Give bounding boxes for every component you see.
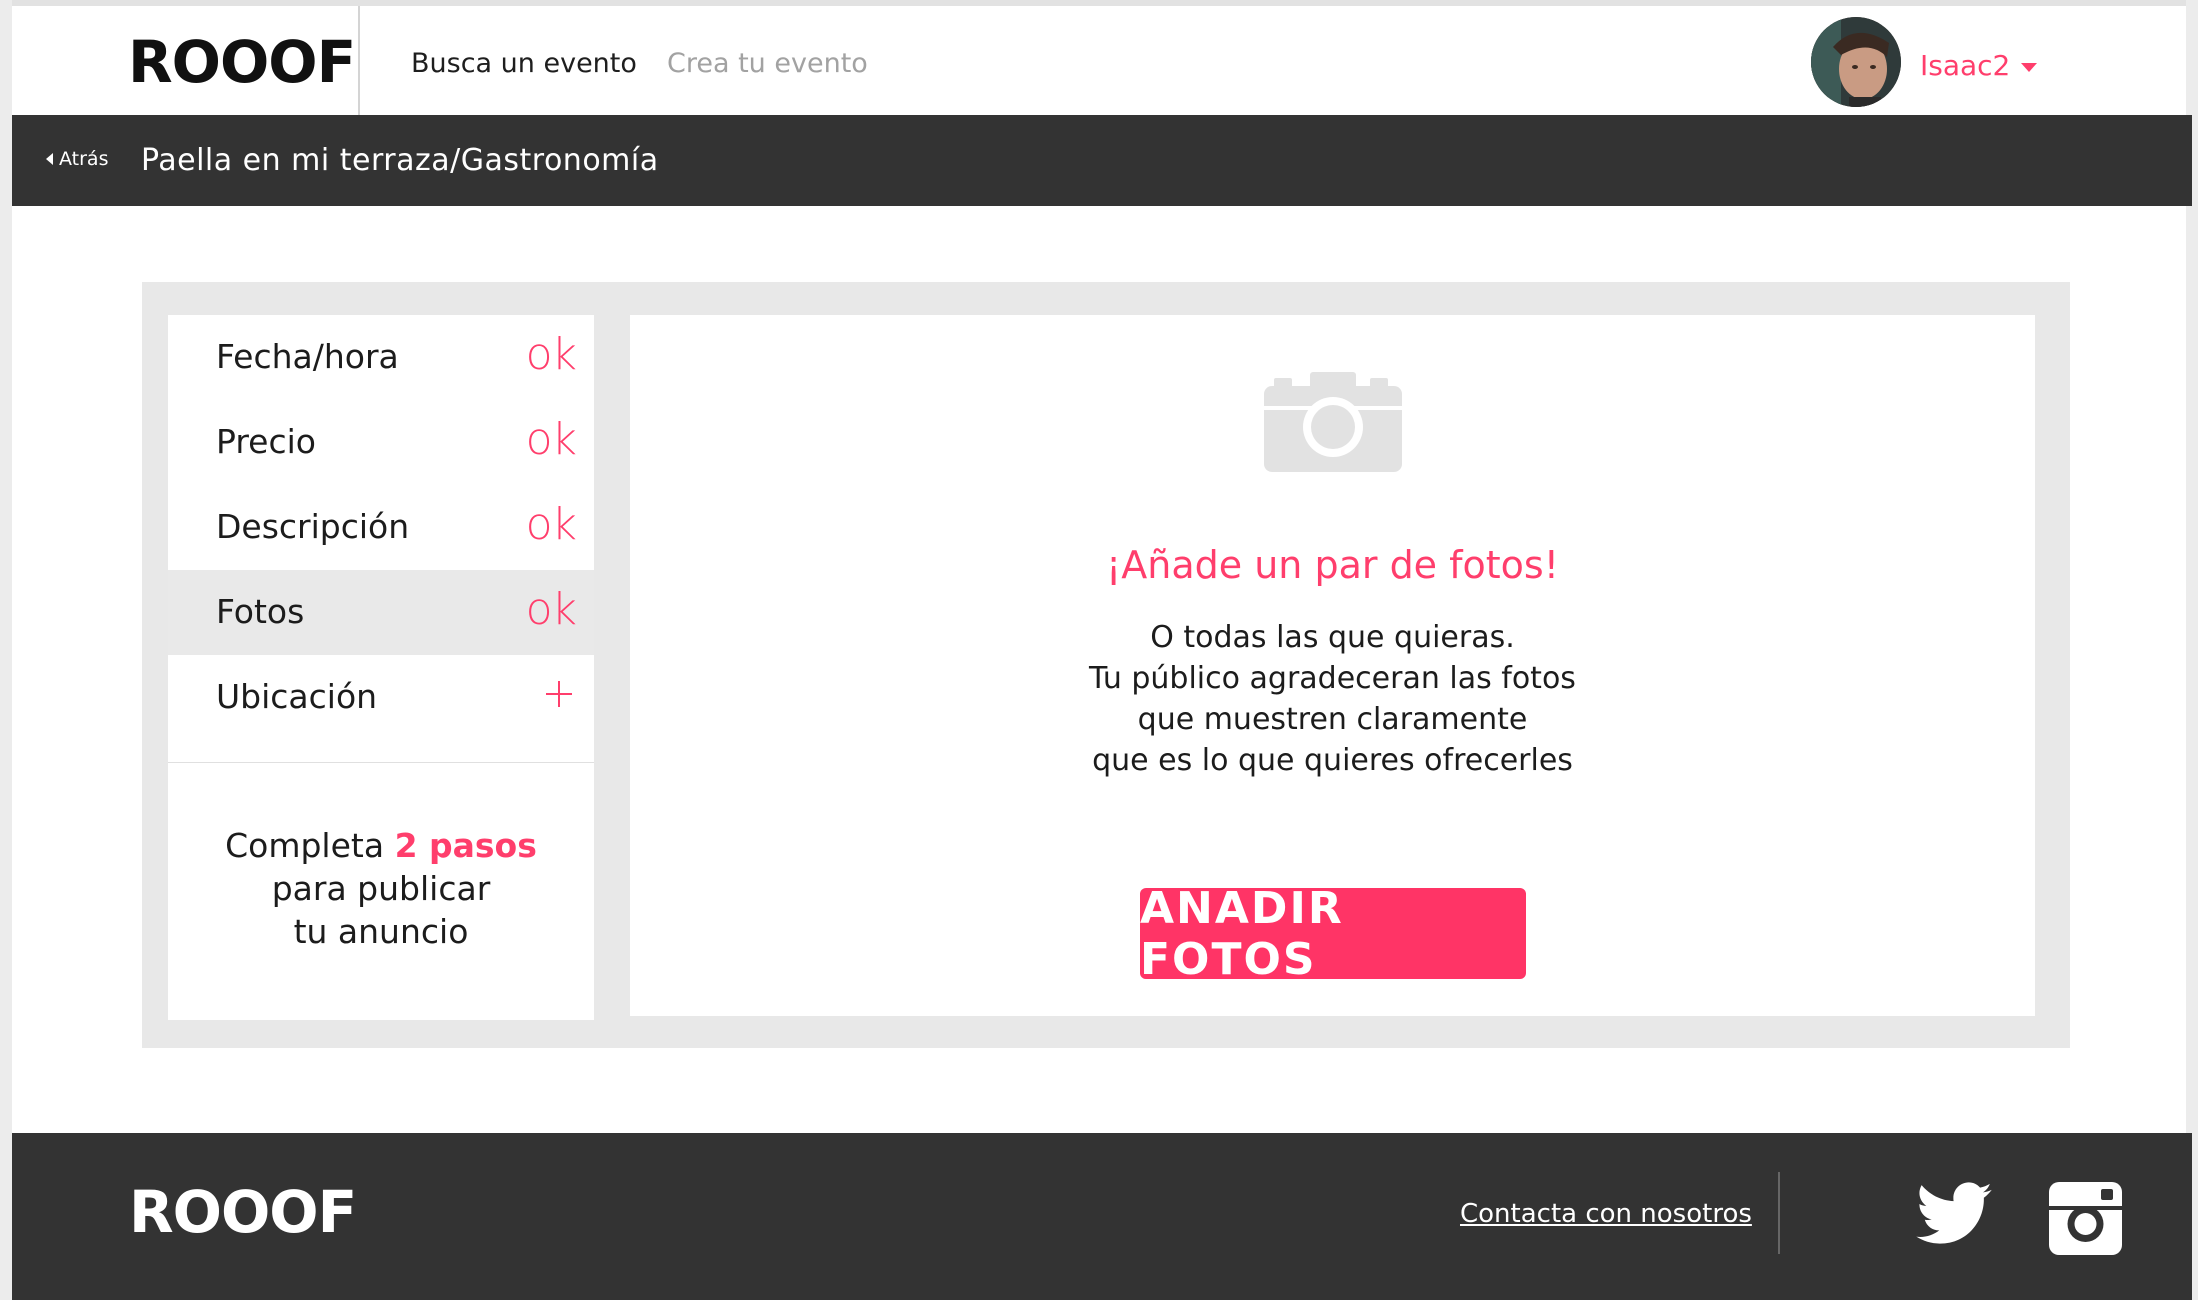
description-line: Tu público agradeceran las fotos (1089, 661, 1576, 696)
footer-divider (1778, 1172, 1780, 1254)
twitter-icon[interactable] (1916, 1182, 1992, 1248)
step-ubicacion[interactable]: Ubicación (168, 655, 594, 740)
nav-create-event-link[interactable]: Crea tu evento (667, 48, 868, 79)
avatar-photo (1811, 17, 1901, 107)
step-label: Fotos (216, 592, 305, 631)
steps-divider (168, 762, 594, 763)
user-menu-name[interactable]: Isaac2 (1920, 49, 2010, 82)
description-line: O todas las que quieras. (1150, 620, 1515, 655)
step-label: Fecha/hora (216, 337, 399, 376)
step-precio[interactable]: Precio ok (168, 400, 594, 485)
breadcrumb-title: Paella en mi terraza/Gastronomía (141, 143, 659, 178)
chevron-down-icon[interactable] (2021, 63, 2037, 72)
left-edge (0, 0, 12, 1300)
footer-logo[interactable]: ROOOF (129, 1178, 357, 1246)
progress-summary: Completa 2 pasos para publicar tu anunci… (168, 824, 594, 953)
step-status-ok: ok (525, 499, 577, 550)
user-avatar[interactable] (1811, 17, 1901, 107)
photos-description: O todas las que quieras. Tu público agra… (630, 617, 2035, 781)
step-status-ok: ok (525, 584, 577, 635)
description-line: que muestren claramente (1137, 702, 1528, 737)
plus-icon (546, 681, 572, 707)
progress-line2: para publicar (271, 869, 491, 908)
instagram-icon[interactable] (2049, 1182, 2122, 1255)
add-photos-button[interactable]: AÑADIR FOTOS (1140, 883, 1526, 985)
step-fotos[interactable]: Fotos ok (168, 570, 594, 655)
contact-link[interactable]: Contacta con nosotros (1460, 1199, 1752, 1229)
step-descripcion[interactable]: Descripción ok (168, 485, 594, 570)
progress-count: 2 pasos (394, 826, 537, 865)
camera-icon (1264, 372, 1402, 472)
site-logo[interactable]: ROOOF (128, 28, 356, 96)
photos-heading: ¡Añade un par de fotos! (1106, 543, 1559, 587)
step-label: Precio (216, 422, 316, 461)
back-link[interactable]: Atrás (46, 148, 108, 170)
back-label: Atrás (59, 148, 109, 170)
header-divider (358, 6, 360, 115)
description-line: que es lo que quieres ofrecerles (1092, 743, 1573, 778)
nav-find-event-link[interactable]: Busca un evento (411, 48, 637, 79)
progress-line3: tu anuncio (293, 912, 469, 951)
step-fecha-hora[interactable]: Fecha/hora ok (168, 315, 594, 400)
step-label: Ubicación (216, 677, 378, 716)
step-label: Descripción (216, 507, 410, 546)
progress-prefix: Completa (225, 826, 385, 865)
chevron-left-icon (46, 153, 53, 165)
step-status-ok: ok (525, 414, 577, 465)
step-status-ok: ok (525, 329, 577, 380)
